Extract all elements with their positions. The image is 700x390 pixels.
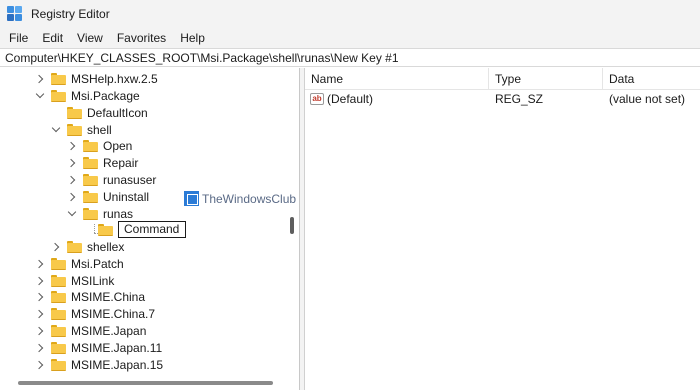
tree-item-label: Repair — [103, 155, 139, 170]
column-header-type[interactable]: Type — [489, 68, 521, 90]
tree-item-label: MSIME.Japan.15 — [71, 357, 164, 372]
tree-item-msi-patch[interactable]: Msi.Patch — [35, 255, 124, 272]
tree-item-msime-japan-15[interactable]: MSIME.Japan.15 — [35, 356, 163, 373]
folder-icon — [67, 106, 82, 119]
folder-icon — [51, 358, 66, 371]
folder-icon — [83, 190, 98, 203]
vertical-scrollbar-thumb[interactable] — [290, 217, 294, 234]
chevron-down-icon[interactable] — [51, 125, 61, 135]
tree-item-msilink[interactable]: MSILink — [35, 272, 114, 289]
address-path[interactable]: Computer\HKEY_CLASSES_ROOT\Msi.Package\s… — [5, 51, 399, 65]
value-name: (Default) — [327, 92, 374, 106]
list-header: Name Type Data — [305, 68, 700, 90]
tree-item-defaulticon[interactable]: DefaultIcon — [51, 104, 148, 121]
tree-item-label: shellex — [87, 239, 125, 254]
string-value-icon: ab — [310, 93, 324, 105]
window-title: Registry Editor — [31, 7, 110, 21]
tree-item-msime-china-7[interactable]: MSIME.China.7 — [35, 305, 155, 322]
tree-item-label: MSILink — [71, 273, 115, 288]
menu-favorites[interactable]: Favorites — [116, 31, 167, 45]
table-row[interactable]: ab (Default) REG_SZ (value not set) — [305, 90, 700, 108]
watermark-text: TheWindowsClub — [202, 191, 297, 206]
values-list-pane[interactable]: Name Type Data ab (Default) REG_SZ (valu… — [305, 68, 700, 390]
folder-icon — [67, 240, 82, 253]
value-data: (value not set) — [609, 92, 686, 106]
rename-key-input[interactable]: Command — [118, 221, 186, 238]
tree-item-command[interactable]: Command — [98, 221, 186, 238]
folder-icon — [83, 139, 98, 152]
tree-item-label: runas — [103, 206, 134, 221]
tree-item-label: MSIME.Japan.11 — [71, 340, 163, 355]
tree-item-shellex[interactable]: shellex — [51, 238, 124, 255]
folder-icon — [51, 290, 66, 303]
chevron-right-icon[interactable] — [35, 259, 45, 269]
folder-icon — [83, 173, 98, 186]
column-header-name[interactable]: Name — [305, 68, 343, 90]
tree-item-label: runasuser — [103, 172, 157, 187]
horizontal-scrollbar-thumb[interactable] — [18, 381, 273, 385]
folder-icon — [51, 89, 66, 102]
tree-item-label: MSIME.China.7 — [71, 306, 156, 321]
tree-item-repair[interactable]: Repair — [67, 154, 138, 171]
key-tree-pane[interactable]: MSHelp.hxw.2.5 Msi.Package DefaultIcon s… — [0, 68, 300, 390]
tree-item-msi-package[interactable]: Msi.Package — [35, 87, 140, 104]
folder-icon — [83, 156, 98, 169]
tree-item-msime-japan-11[interactable]: MSIME.Japan.11 — [35, 339, 162, 356]
watermark: TheWindowsClub — [184, 191, 296, 206]
folder-icon — [51, 324, 66, 337]
chevron-right-icon[interactable] — [35, 326, 45, 336]
address-bar[interactable]: Computer\HKEY_CLASSES_ROOT\Msi.Package\s… — [0, 48, 700, 67]
folder-icon — [51, 341, 66, 354]
tree-item-uninstall[interactable]: Uninstall — [67, 188, 149, 205]
tree-item-label: Uninstall — [103, 189, 150, 204]
column-header-data[interactable]: Data — [603, 68, 634, 90]
tree-item-runas[interactable]: runas — [67, 205, 133, 222]
chevron-right-icon[interactable] — [67, 141, 77, 151]
title-bar: Registry Editor — [0, 0, 700, 28]
tree-item-label: Open — [103, 138, 133, 153]
tree-item-label: Msi.Patch — [71, 256, 124, 271]
menu-help[interactable]: Help — [179, 31, 206, 45]
folder-icon — [51, 274, 66, 287]
chevron-down-icon[interactable] — [67, 209, 77, 219]
tree-item-mshelp[interactable]: MSHelp.hxw.2.5 — [35, 70, 158, 87]
chevron-right-icon[interactable] — [67, 175, 77, 185]
chevron-right-icon[interactable] — [35, 74, 45, 84]
tree-item-open[interactable]: Open — [67, 137, 132, 154]
chevron-right-icon[interactable] — [35, 309, 45, 319]
tree-item-msime-japan[interactable]: MSIME.Japan — [35, 322, 146, 339]
folder-icon — [98, 223, 113, 236]
folder-icon — [83, 207, 98, 220]
tree-item-msime-china[interactable]: MSIME.China — [35, 288, 145, 305]
chevron-right-icon[interactable] — [35, 276, 45, 286]
folder-icon — [51, 72, 66, 85]
menu-edit[interactable]: Edit — [41, 31, 64, 45]
registry-editor-icon — [7, 6, 23, 22]
chevron-right-icon[interactable] — [51, 242, 61, 252]
menu-view[interactable]: View — [76, 31, 104, 45]
tree-item-shell[interactable]: shell — [51, 121, 112, 138]
tree-item-label: DefaultIcon — [87, 105, 148, 120]
folder-icon — [67, 123, 82, 136]
menu-bar: File Edit View Favorites Help — [0, 28, 700, 48]
chevron-right-icon[interactable] — [35, 360, 45, 370]
folder-icon — [51, 307, 66, 320]
value-type: REG_SZ — [495, 92, 544, 106]
menu-file[interactable]: File — [8, 31, 29, 45]
tree-item-label: shell — [87, 122, 112, 137]
tree-item-label: MSHelp.hxw.2.5 — [71, 71, 158, 86]
chevron-down-icon[interactable] — [35, 91, 45, 101]
chevron-right-icon[interactable] — [35, 343, 45, 353]
chevron-right-icon[interactable] — [35, 292, 45, 302]
chevron-right-icon[interactable] — [67, 158, 77, 168]
tree-item-label: MSIME.Japan — [71, 323, 147, 338]
folder-icon — [51, 257, 66, 270]
tree-item-label: Msi.Package — [71, 88, 140, 103]
tree-item-label: MSIME.China — [71, 289, 146, 304]
chevron-right-icon[interactable] — [67, 192, 77, 202]
windows-club-logo-icon — [184, 191, 199, 206]
tree-item-runasuser[interactable]: runasuser — [67, 171, 156, 188]
